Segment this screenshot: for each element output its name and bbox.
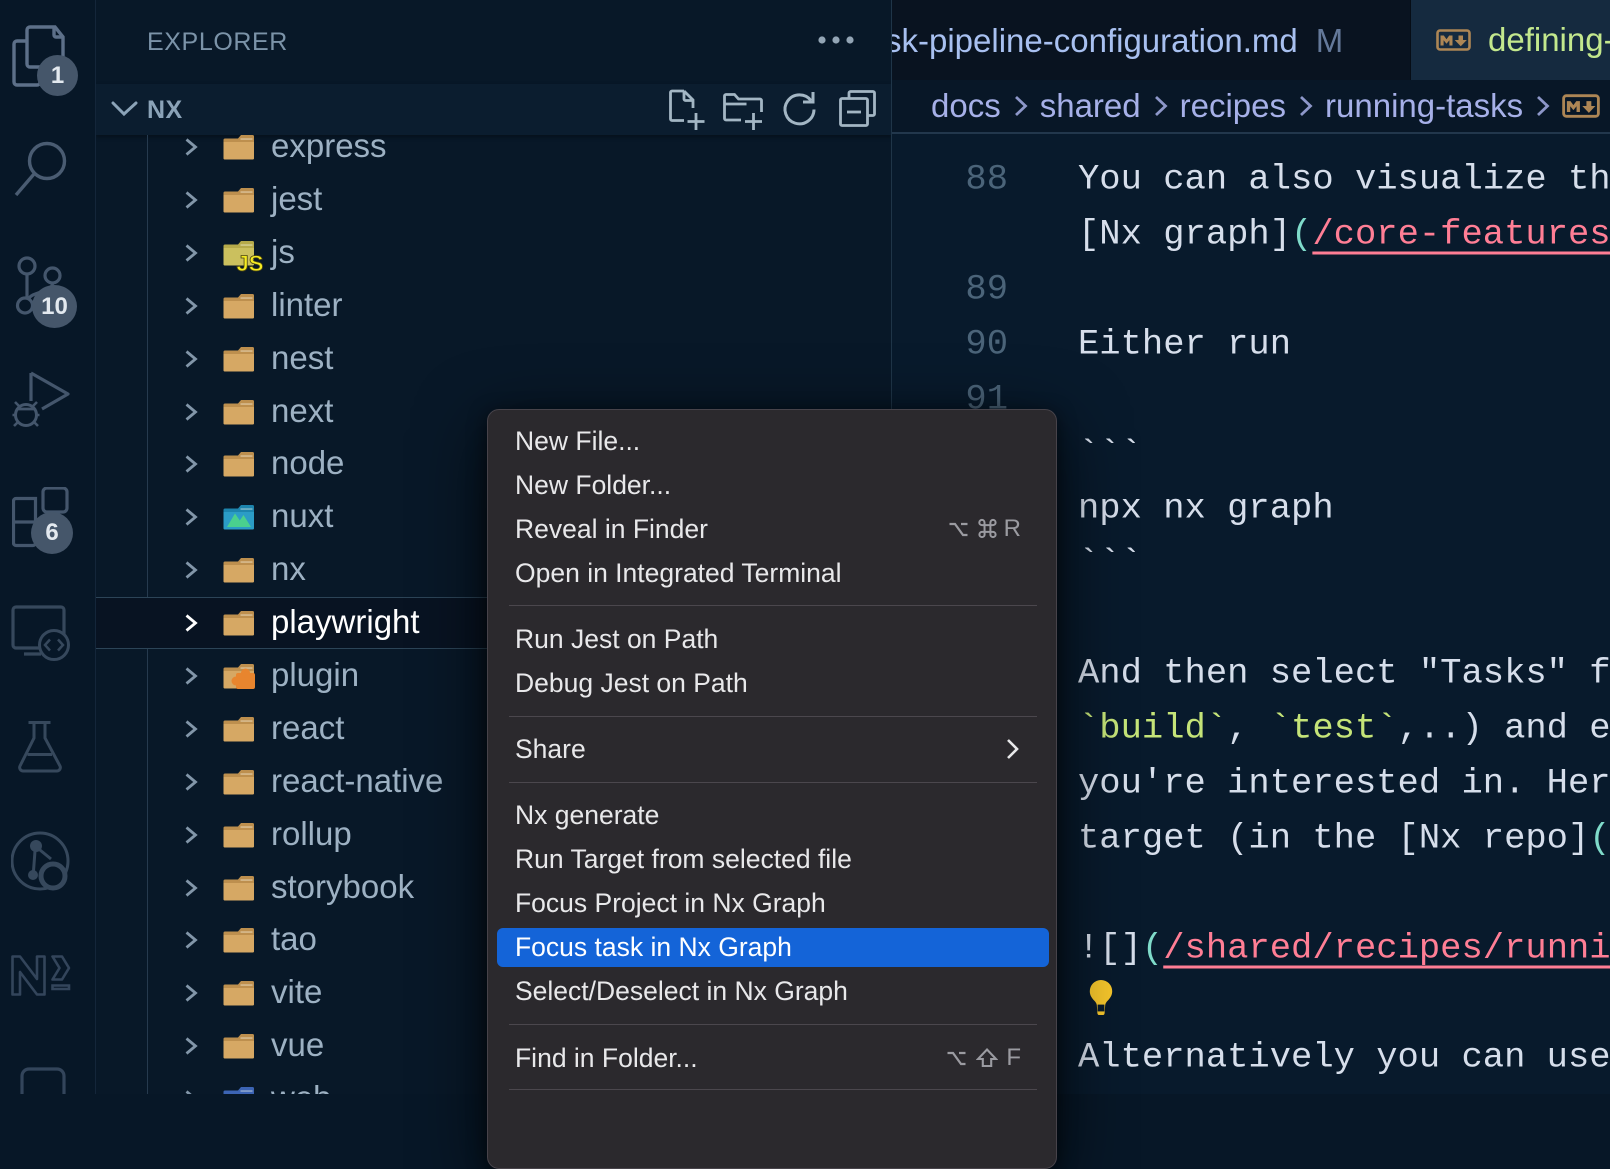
svg-text:JS: JS <box>237 251 264 276</box>
